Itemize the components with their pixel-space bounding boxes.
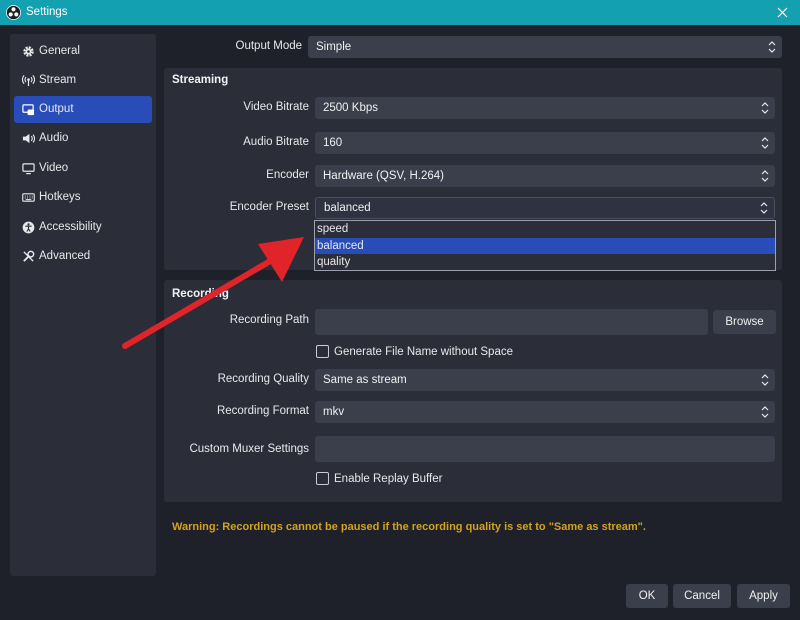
close-icon bbox=[777, 7, 788, 18]
chevron-updown-icon bbox=[768, 41, 776, 53]
chevron-updown-icon bbox=[761, 170, 769, 182]
chevron-updown-icon bbox=[761, 137, 769, 149]
sidebar-item-accessibility[interactable]: Accessibility bbox=[14, 214, 152, 241]
replay-buffer-checkbox[interactable] bbox=[316, 472, 329, 485]
option-label: balanced bbox=[317, 240, 364, 252]
settings-sidebar: General Stream Output Audio Video Hotkey… bbox=[10, 34, 156, 576]
sidebar-item-label: Advanced bbox=[39, 250, 91, 262]
no-space-filename-label: Generate File Name without Space bbox=[334, 346, 513, 358]
video-bitrate-label: Video Bitrate bbox=[243, 101, 309, 113]
close-button[interactable] bbox=[768, 0, 796, 25]
sidebar-item-audio[interactable]: Audio bbox=[14, 125, 152, 152]
sidebar-item-label: Output bbox=[39, 103, 74, 115]
custom-muxer-input[interactable] bbox=[315, 436, 775, 462]
option-label: quality bbox=[317, 256, 351, 268]
keyboard-icon bbox=[22, 193, 35, 202]
audio-bitrate-value: 160 bbox=[323, 137, 343, 149]
option-label: speed bbox=[317, 223, 349, 235]
recording-path-label: Recording Path bbox=[229, 314, 309, 326]
encoder-preset-select[interactable]: balanced bbox=[315, 197, 775, 219]
video-bitrate-value: 2500 Kbps bbox=[323, 102, 378, 114]
encoder-preset-dropdown-list: speed balanced quality bbox=[314, 220, 776, 271]
sidebar-item-label: Hotkeys bbox=[39, 191, 81, 203]
recording-path-input[interactable] bbox=[315, 309, 708, 335]
chevron-updown-icon bbox=[760, 202, 768, 214]
sidebar-item-output[interactable]: Output bbox=[14, 96, 152, 123]
recording-format-value: mkv bbox=[323, 406, 345, 418]
audio-bitrate-label: Audio Bitrate bbox=[243, 136, 309, 148]
audio-bitrate-select[interactable]: 160 bbox=[315, 132, 775, 154]
video-bitrate-spinbox[interactable]: 2500 Kbps bbox=[315, 97, 775, 119]
encoder-preset-label: Encoder Preset bbox=[229, 201, 309, 213]
window-title: Settings bbox=[26, 6, 68, 18]
recording-format-select[interactable]: mkv bbox=[315, 401, 775, 423]
streaming-group-title: Streaming bbox=[172, 74, 229, 86]
encoder-select[interactable]: Hardware (QSV, H.264) bbox=[315, 165, 775, 187]
antenna-icon bbox=[22, 75, 35, 87]
sidebar-item-stream[interactable]: Stream bbox=[14, 67, 152, 94]
sidebar-item-label: General bbox=[39, 45, 80, 57]
encoder-preset-value: balanced bbox=[324, 202, 371, 214]
preset-option-speed[interactable]: speed bbox=[315, 221, 775, 237]
recording-format-label: Recording Format bbox=[216, 405, 309, 417]
cancel-button[interactable]: Cancel bbox=[673, 584, 731, 608]
sidebar-item-label: Audio bbox=[39, 132, 69, 144]
recording-group-title: Recording bbox=[172, 288, 229, 300]
ok-button[interactable]: OK bbox=[626, 584, 668, 608]
output-icon bbox=[22, 104, 35, 116]
title-bar: Settings bbox=[0, 0, 800, 25]
browse-button[interactable]: Browse bbox=[713, 310, 776, 334]
chevron-updown-icon bbox=[761, 406, 769, 418]
sidebar-item-label: Accessibility bbox=[39, 221, 102, 233]
gear-icon bbox=[23, 46, 34, 57]
output-mode-value: Simple bbox=[316, 41, 352, 53]
spin-updown-icon[interactable] bbox=[760, 101, 770, 115]
obs-logo-icon bbox=[6, 5, 21, 20]
recording-quality-value: Same as stream bbox=[323, 374, 407, 386]
sidebar-item-label: Video bbox=[39, 162, 69, 174]
sidebar-item-general[interactable]: General bbox=[14, 38, 152, 65]
sidebar-item-label: Stream bbox=[39, 74, 77, 86]
accessibility-icon bbox=[22, 221, 35, 234]
monitor-icon bbox=[22, 163, 35, 175]
preset-option-balanced[interactable]: balanced bbox=[315, 238, 775, 254]
encoder-label: Encoder bbox=[266, 169, 309, 181]
sidebar-item-advanced[interactable]: Advanced bbox=[14, 243, 152, 270]
apply-button[interactable]: Apply bbox=[737, 584, 790, 608]
recording-warning-text: Warning: Recordings cannot be paused if … bbox=[172, 521, 646, 533]
recording-quality-select[interactable]: Same as stream bbox=[315, 369, 775, 391]
preset-option-quality[interactable]: quality bbox=[315, 254, 775, 270]
sidebar-item-video[interactable]: Video bbox=[14, 155, 152, 182]
sidebar-item-hotkeys[interactable]: Hotkeys bbox=[14, 184, 152, 211]
chevron-updown-icon bbox=[761, 374, 769, 386]
replay-buffer-label: Enable Replay Buffer bbox=[334, 473, 443, 485]
encoder-value: Hardware (QSV, H.264) bbox=[323, 170, 445, 182]
recording-quality-label: Recording Quality bbox=[217, 373, 309, 385]
output-mode-label: Output Mode bbox=[235, 40, 302, 52]
wrench-icon bbox=[23, 250, 35, 262]
no-space-filename-checkbox[interactable] bbox=[316, 345, 329, 358]
output-mode-select[interactable]: Simple bbox=[308, 36, 782, 58]
speaker-icon bbox=[22, 133, 35, 144]
custom-muxer-label: Custom Muxer Settings bbox=[189, 443, 309, 455]
